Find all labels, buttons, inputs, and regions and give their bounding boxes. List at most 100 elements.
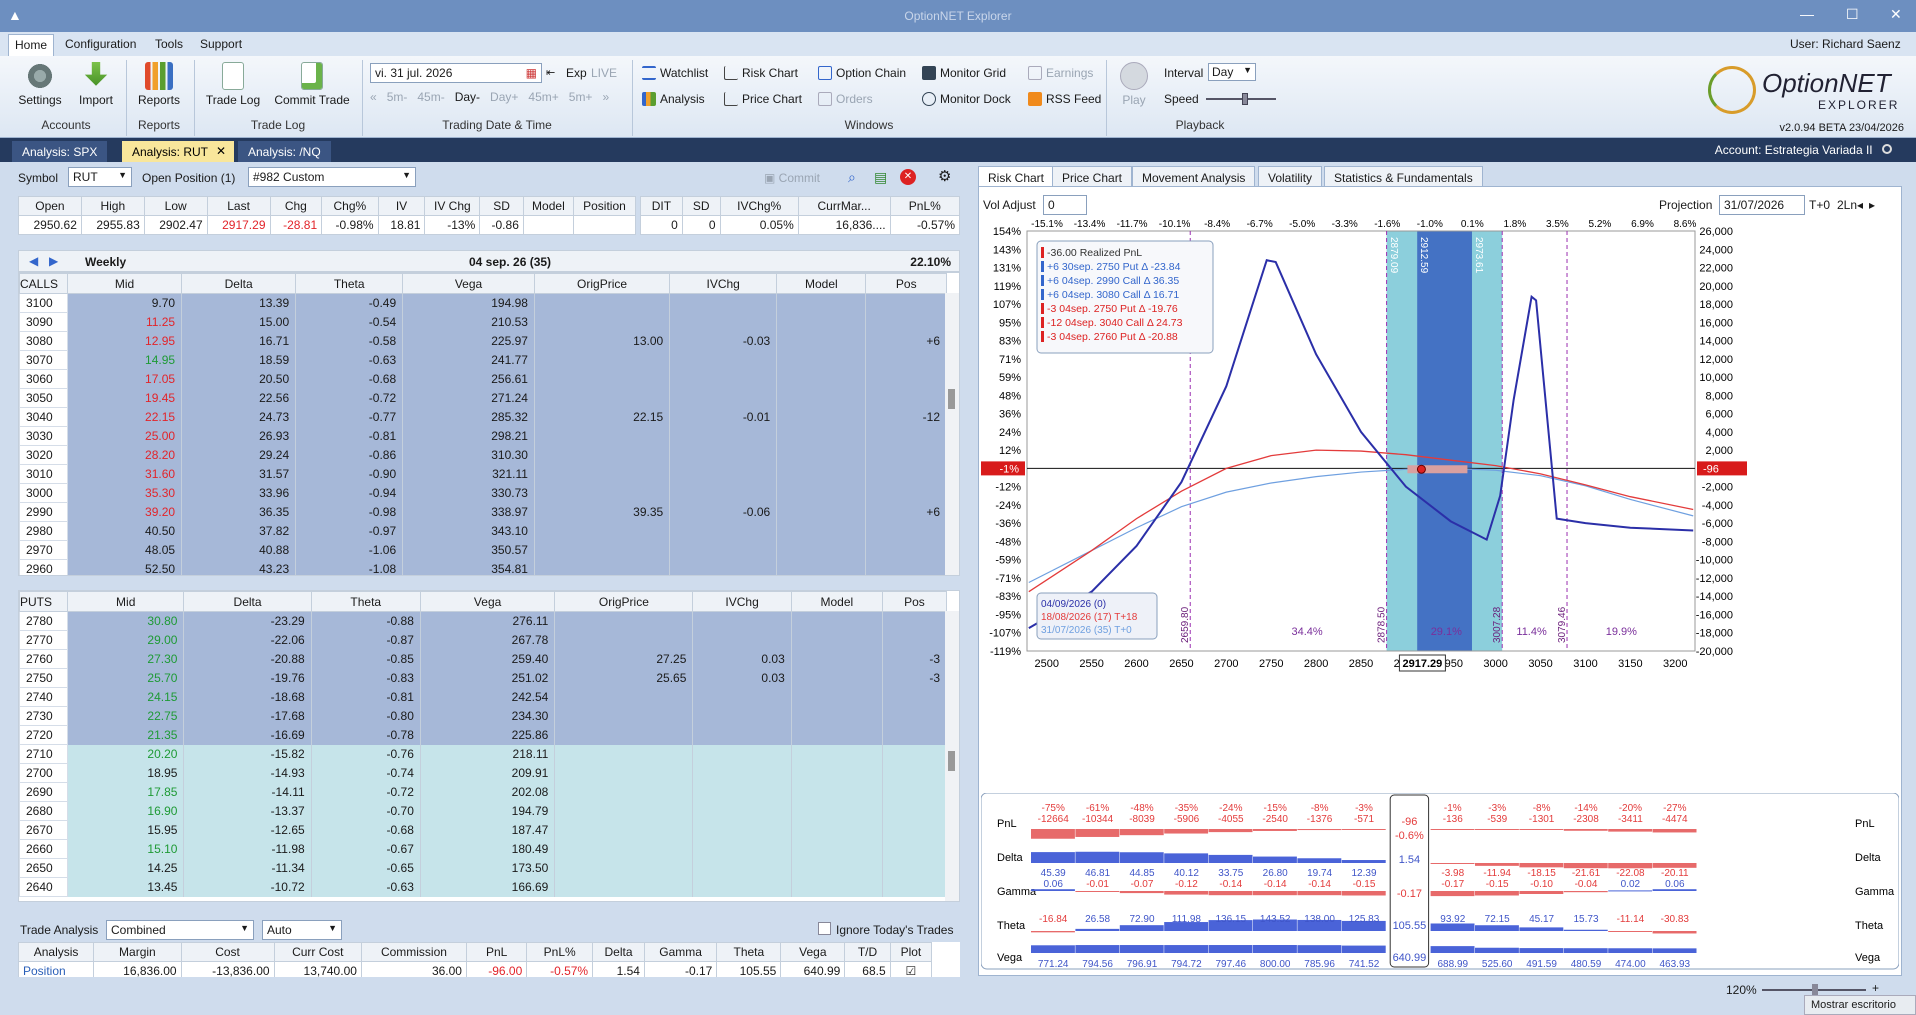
step-day-back[interactable]: Day- bbox=[455, 90, 480, 104]
ln-label[interactable]: 2Ln bbox=[1837, 198, 1857, 212]
price-chart-button[interactable]: Price Chart bbox=[724, 92, 802, 106]
table-row[interactable]: 2660 15.10 -11.98 -0.67 180.49 bbox=[19, 839, 948, 859]
auto-select[interactable]: Auto ▼ bbox=[262, 920, 342, 940]
table-row[interactable]: 2730 22.75 -17.68 -0.80 234.30 bbox=[19, 706, 948, 726]
minimize-icon[interactable]: — bbox=[1800, 6, 1814, 22]
table-row[interactable]: 2980 40.50 37.82 -0.97 343.10 bbox=[19, 521, 947, 541]
commit-trade-button[interactable]: Commit Trade bbox=[270, 62, 354, 107]
risk-chart[interactable]: 154% 143% 131% 119% 107% 95% 83% 71% 59% 48% 36% 24… bbox=[979, 217, 1901, 687]
table-row[interactable]: 2690 17.85 -14.11 -0.72 202.08 bbox=[19, 782, 948, 802]
table-row[interactable]: 2680 16.90 -13.37 -0.70 194.79 bbox=[19, 801, 948, 821]
close-tab-icon[interactable]: ✕ bbox=[216, 144, 226, 158]
tab-analysis-spx[interactable]: Analysis: SPX bbox=[12, 141, 108, 162]
table-row[interactable]: 3060 17.05 20.50 -0.68 256.61 bbox=[19, 369, 947, 389]
step-day-forward[interactable]: Day+ bbox=[490, 90, 518, 104]
table-row[interactable]: 3040 22.15 24.73 -0.77 285.32 22.15 -0.01 -12 bbox=[19, 407, 947, 427]
calls-scroll-thumb[interactable] bbox=[948, 389, 955, 409]
close-icon[interactable]: ✕ bbox=[1890, 6, 1902, 23]
tab-movement-analysis[interactable]: Movement Analysis bbox=[1132, 166, 1256, 188]
prev-date-icon[interactable]: ◂ bbox=[1857, 198, 1863, 212]
monitor-dock-button[interactable]: Monitor Dock bbox=[922, 92, 1011, 106]
calls-table-container[interactable]: CALLS Mid Delta Theta Vega OrigPrice IVChg Mode… bbox=[18, 272, 960, 576]
monitor-grid-button[interactable]: Monitor Grid bbox=[922, 66, 1006, 80]
current-price-marker[interactable] bbox=[1416, 464, 1426, 474]
tab-volatility[interactable]: Volatility bbox=[1258, 166, 1323, 188]
table-row[interactable]: 2990 39.20 36.35 -0.98 338.97 39.35 -0.06 +6 bbox=[19, 502, 947, 522]
exp-toggle[interactable]: ⇤ bbox=[546, 66, 555, 79]
puts-scroll-thumb[interactable] bbox=[948, 751, 955, 771]
tab-statistics[interactable]: Statistics & Fundamentals bbox=[1324, 166, 1483, 188]
export-icon[interactable]: ▤ bbox=[874, 169, 887, 186]
trading-date-input[interactable]: vi. 31 jul. 2026 ▦ bbox=[370, 63, 542, 83]
settings-button[interactable]: Settings bbox=[14, 62, 66, 107]
step-5m-forward[interactable]: 5m+ bbox=[569, 90, 593, 104]
table-row[interactable]: 2700 18.95 -14.93 -0.74 209.91 bbox=[19, 763, 948, 783]
menu-tools[interactable]: Tools bbox=[155, 37, 183, 51]
zoom-in-icon[interactable]: + bbox=[1872, 981, 1879, 995]
menu-home[interactable]: Home bbox=[8, 34, 55, 56]
step-back-icon[interactable]: « bbox=[370, 90, 377, 104]
table-row[interactable]: 2780 30.80 -23.29 -0.88 276.11 bbox=[19, 611, 948, 631]
vol-adjust-input[interactable]: 0 bbox=[1043, 195, 1087, 215]
interval-select[interactable]: Day ▼ bbox=[1208, 63, 1256, 81]
table-row[interactable]: 3070 14.95 18.59 -0.63 241.77 bbox=[19, 350, 947, 370]
commit-button[interactable]: ▣ Commit bbox=[764, 171, 820, 185]
table-row[interactable]: 3080 12.95 16.71 -0.58 225.97 13.00 -0.03 +6 bbox=[19, 331, 947, 351]
trade-log-button[interactable]: Trade Log bbox=[200, 62, 266, 107]
live-label[interactable]: LIVE bbox=[591, 66, 617, 80]
analysis-button[interactable]: Analysis bbox=[642, 92, 705, 106]
earnings-button[interactable]: Earnings bbox=[1028, 66, 1093, 80]
step-5m-back[interactable]: 5m- bbox=[387, 90, 408, 104]
table-row[interactable]: 2960 52.50 43.23 -1.08 354.81 bbox=[19, 559, 947, 575]
table-row[interactable]: 2750 25.70 -19.76 -0.83 251.02 25.65 0.03 -3 bbox=[19, 668, 948, 688]
table-row[interactable]: 3090 11.25 15.00 -0.54 210.53 bbox=[19, 312, 947, 332]
ignore-trades-checkbox[interactable] bbox=[818, 922, 831, 935]
prev-expiry-icon[interactable]: ◀ bbox=[29, 254, 38, 268]
gear-icon[interactable]: ⚙ bbox=[938, 167, 951, 185]
symbol-select[interactable]: RUT ▼ bbox=[68, 167, 132, 187]
tab-analysis-rut[interactable]: Analysis: RUT ✕ bbox=[122, 141, 235, 162]
table-row[interactable]: 3050 19.45 22.56 -0.72 271.24 bbox=[19, 388, 947, 408]
puts-scrollbar[interactable] bbox=[945, 611, 959, 901]
position-select[interactable]: #982 Custom ▼ bbox=[248, 167, 416, 187]
next-date-icon[interactable]: ▸ bbox=[1869, 198, 1875, 212]
step-forward-icon[interactable]: » bbox=[602, 90, 609, 104]
table-row[interactable]: 2670 15.95 -12.65 -0.68 187.47 bbox=[19, 820, 948, 840]
orders-button[interactable]: Orders bbox=[818, 92, 873, 106]
table-row[interactable]: 3020 28.20 29.24 -0.86 310.30 bbox=[19, 445, 947, 465]
calls-scrollbar[interactable] bbox=[945, 293, 959, 575]
tab-risk-chart[interactable]: Risk Chart bbox=[978, 166, 1055, 188]
delete-icon[interactable]: ✕ bbox=[900, 169, 916, 185]
table-row[interactable]: 3100 9.70 13.39 -0.49 194.98 bbox=[19, 293, 947, 313]
reports-button[interactable]: Reports bbox=[132, 62, 186, 107]
analysis-mode-select[interactable]: Combined ▼ bbox=[106, 920, 254, 940]
puts-table-container[interactable]: PUTS Mid Delta Theta Vega OrigPrice IVChg Model… bbox=[18, 590, 960, 902]
table-row[interactable]: 2970 48.05 40.88 -1.06 350.57 bbox=[19, 540, 947, 560]
play-button[interactable]: Play bbox=[1114, 62, 1154, 107]
table-row[interactable]: 3030 25.00 26.93 -0.81 298.21 bbox=[19, 426, 947, 446]
table-row[interactable]: 2640 13.45 -10.72 -0.63 166.69 bbox=[19, 877, 948, 897]
tab-price-chart[interactable]: Price Chart bbox=[1052, 166, 1133, 188]
table-row[interactable]: 2770 29.00 -22.06 -0.87 267.78 bbox=[19, 630, 948, 650]
table-row[interactable]: 2710 20.20 -15.82 -0.76 218.11 bbox=[19, 744, 948, 764]
option-chain-button[interactable]: Option Chain bbox=[818, 66, 906, 80]
table-row[interactable]: 2650 14.25 -11.34 -0.65 173.50 bbox=[19, 858, 948, 878]
speed-slider-handle[interactable] bbox=[1242, 93, 1248, 105]
zoom-slider[interactable] bbox=[1762, 984, 1866, 996]
table-row[interactable]: 2720 21.35 -16.69 -0.78 225.86 bbox=[19, 725, 948, 745]
table-row[interactable]: 2760 27.30 -20.88 -0.85 259.40 27.25 0.03 -3 bbox=[19, 649, 948, 669]
next-expiry-icon[interactable]: ▶ bbox=[49, 254, 58, 268]
maximize-icon[interactable]: ☐ bbox=[1846, 6, 1859, 23]
watchlist-button[interactable]: Watchlist bbox=[642, 66, 708, 80]
table-row[interactable]: 3010 31.60 31.57 -0.90 321.11 bbox=[19, 464, 947, 484]
account-label[interactable]: Account: Estrategia Variada II bbox=[1715, 143, 1892, 157]
import-button[interactable]: Import bbox=[72, 62, 120, 107]
exp-label[interactable]: Exp bbox=[566, 66, 587, 80]
speed-slider[interactable] bbox=[1206, 93, 1276, 105]
projection-date-select[interactable]: 31/07/2026 bbox=[1719, 195, 1805, 215]
menu-support[interactable]: Support bbox=[200, 37, 242, 51]
table-row[interactable]: 3000 35.30 33.96 -0.94 330.73 bbox=[19, 483, 947, 503]
step-45m-forward[interactable]: 45m+ bbox=[528, 90, 558, 104]
table-row[interactable]: 2740 24.15 -18.68 -0.81 242.54 bbox=[19, 687, 948, 707]
search-icon[interactable]: ⌕ bbox=[848, 169, 856, 186]
